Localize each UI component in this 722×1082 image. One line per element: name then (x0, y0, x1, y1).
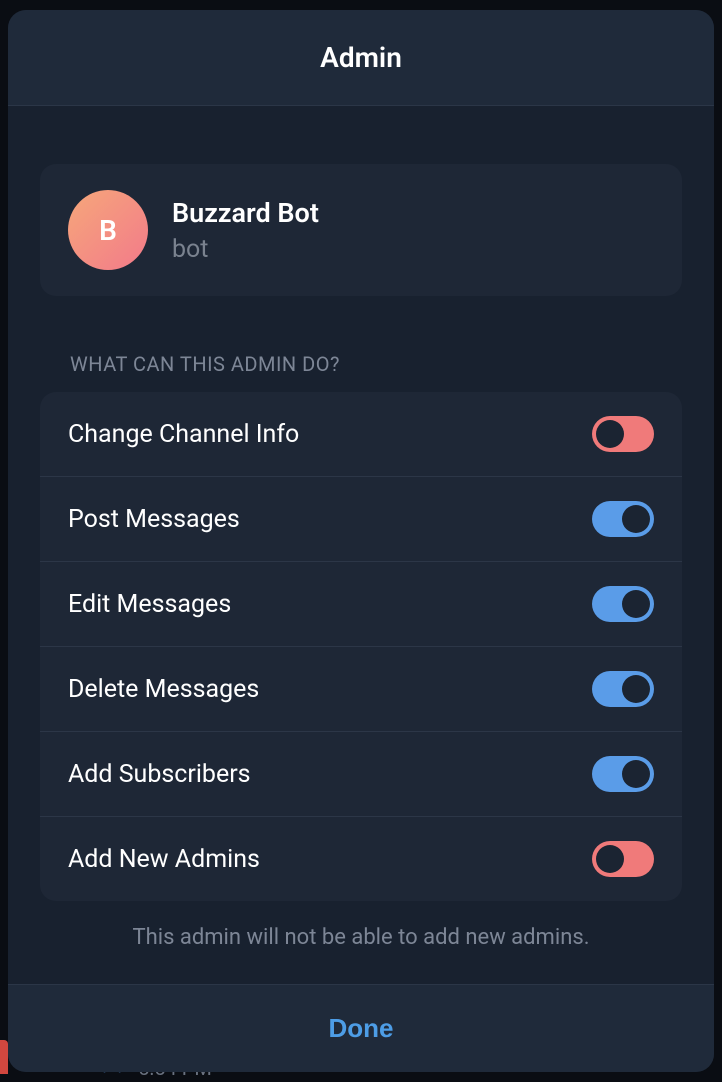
permission-toggle[interactable] (592, 501, 654, 537)
permission-label: Change Channel Info (68, 420, 299, 449)
avatar-initial: B (99, 214, 117, 247)
permission-toggle[interactable] (592, 671, 654, 707)
user-subtitle: bot (172, 235, 319, 264)
permission-row: Change Channel Info (40, 392, 682, 477)
permission-row: Add New Admins (40, 817, 682, 901)
footer-note: This admin will not be able to add new a… (40, 925, 682, 950)
permission-label: Add New Admins (68, 845, 260, 874)
permission-row: Delete Messages (40, 647, 682, 732)
done-button[interactable]: Done (299, 1003, 424, 1054)
modal-footer: Done (8, 984, 714, 1072)
modal-header: Admin (8, 10, 714, 106)
permissions-list: Change Channel Info Post Messages Edit Mes… (40, 392, 682, 901)
toggle-knob (622, 505, 650, 533)
modal-body: B Buzzard Bot bot WHAT CAN THIS ADMIN DO… (8, 106, 714, 984)
permission-toggle[interactable] (592, 416, 654, 452)
user-name: Buzzard Bot (172, 197, 319, 229)
toggle-knob (622, 590, 650, 618)
toggle-knob (622, 675, 650, 703)
permission-row: Post Messages (40, 477, 682, 562)
permissions-section-header: WHAT CAN THIS ADMIN DO? (40, 352, 682, 376)
admin-modal: Admin B Buzzard Bot bot WHAT CAN THIS AD… (8, 10, 714, 1072)
permission-row: Add Subscribers (40, 732, 682, 817)
toggle-knob (596, 845, 624, 873)
user-info: Buzzard Bot bot (172, 197, 319, 264)
permission-toggle[interactable] (592, 756, 654, 792)
background-accent (0, 1040, 8, 1074)
permission-row: Edit Messages (40, 562, 682, 647)
permission-label: Add Subscribers (68, 760, 251, 789)
permission-label: Delete Messages (68, 675, 259, 704)
modal-title: Admin (320, 41, 402, 74)
permission-toggle[interactable] (592, 586, 654, 622)
permission-label: Post Messages (68, 505, 240, 534)
toggle-knob (596, 420, 624, 448)
toggle-knob (622, 760, 650, 788)
permission-toggle[interactable] (592, 841, 654, 877)
avatar: B (68, 190, 148, 270)
permission-label: Edit Messages (68, 590, 231, 619)
user-card[interactable]: B Buzzard Bot bot (40, 164, 682, 296)
